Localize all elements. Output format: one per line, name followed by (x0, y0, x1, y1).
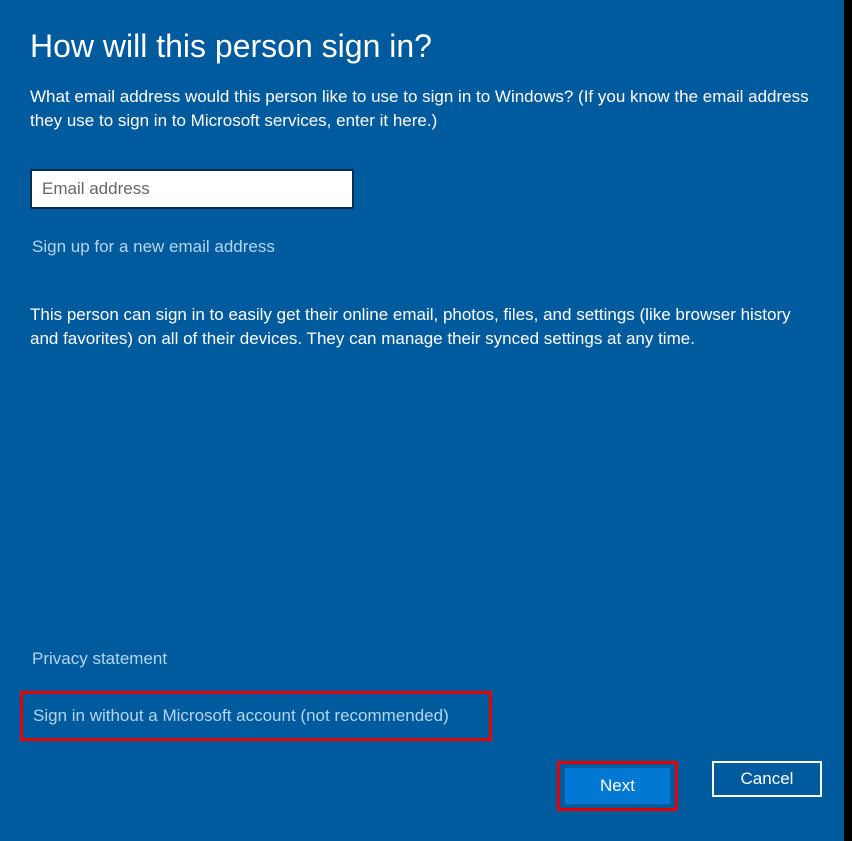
info-text: This person can sign in to easily get th… (30, 303, 822, 352)
description-text: What email address would this person lik… (30, 85, 822, 133)
dialog-content: How will this person sign in? What email… (0, 0, 852, 841)
spacer (30, 352, 822, 649)
button-row: Next Cancel (30, 761, 822, 811)
email-input[interactable] (30, 169, 354, 209)
page-title: How will this person sign in? (30, 28, 822, 65)
signup-new-email-link[interactable]: Sign up for a new email address (30, 237, 822, 257)
highlight-box-next: Next (557, 761, 678, 811)
highlight-box-no-account: Sign in without a Microsoft account (not… (20, 691, 492, 741)
privacy-statement-link[interactable]: Privacy statement (30, 649, 822, 669)
scrollbar-track[interactable] (844, 0, 852, 841)
cancel-button[interactable]: Cancel (712, 761, 822, 797)
sign-in-without-account-link[interactable]: Sign in without a Microsoft account (not… (33, 706, 479, 726)
next-button[interactable]: Next (565, 768, 670, 804)
